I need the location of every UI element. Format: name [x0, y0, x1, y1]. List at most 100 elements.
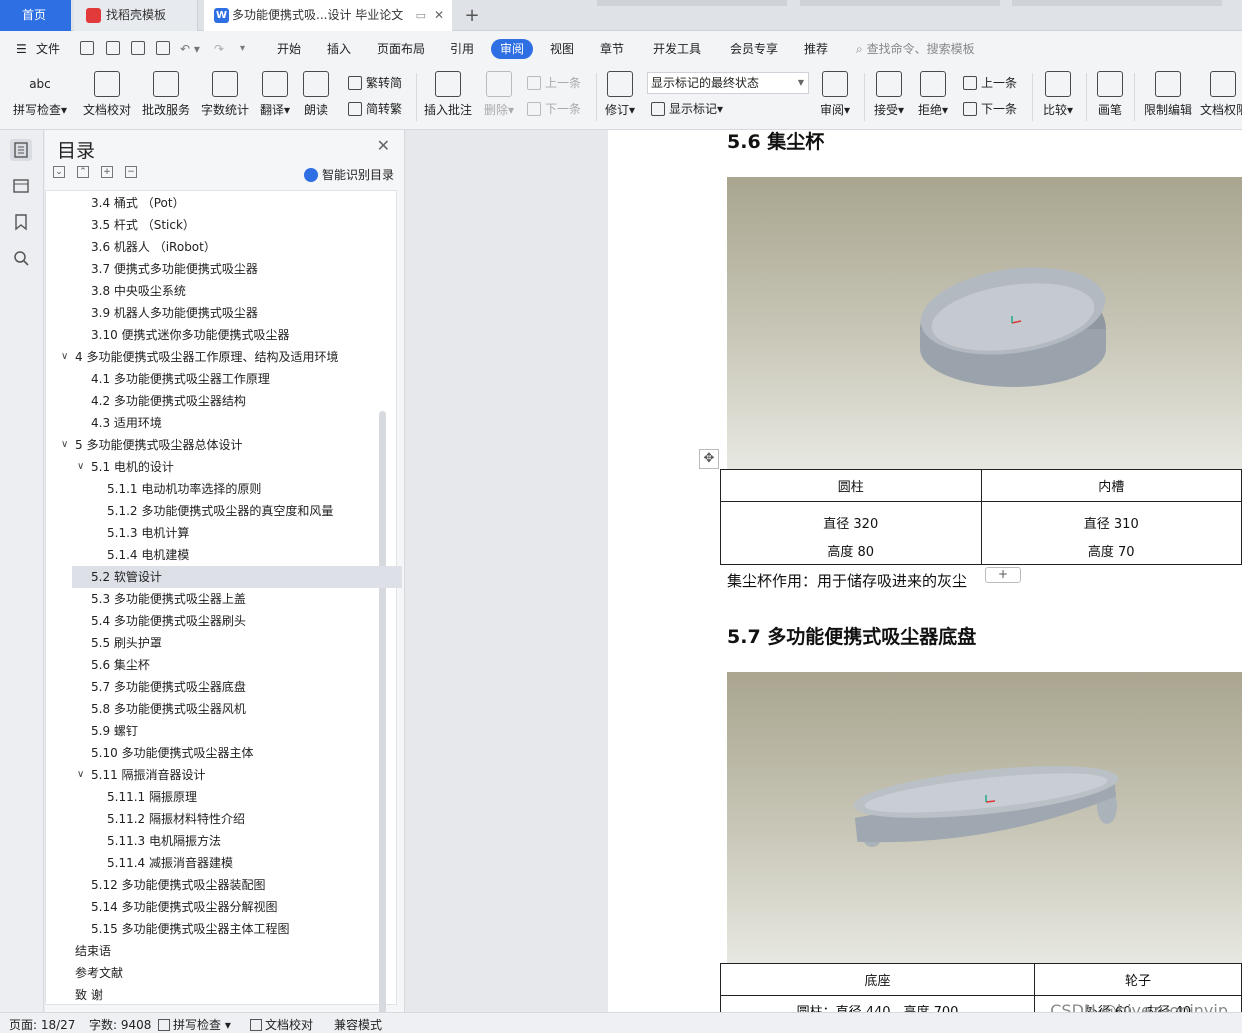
smart-toc-button[interactable]: 智能识别目录 — [303, 166, 394, 183]
doc-proof-status[interactable]: 文档校对 — [250, 1016, 313, 1033]
expand-up-icon[interactable]: ⌃ — [77, 166, 89, 178]
chevron-down-icon[interactable]: ∨ — [77, 456, 84, 478]
bookmark-icon[interactable] — [10, 211, 32, 233]
table-move-handle-icon[interactable]: ✥ — [699, 449, 719, 469]
toc-item[interactable]: ∨ 5.1 电机的设计 — [46, 456, 376, 478]
menu-review[interactable]: 审阅 — [491, 39, 534, 59]
review-pane-button[interactable]: 审阅▾ — [816, 71, 854, 118]
menu-chapter[interactable]: 章节 — [600, 39, 624, 59]
doc-proof-button[interactable]: 文档校对 — [80, 71, 134, 118]
more-icon[interactable]: ▾ — [240, 39, 245, 59]
monitor-icon[interactable]: ▭ — [416, 0, 426, 31]
toc-item[interactable]: 4.3 适用环境 — [46, 412, 376, 434]
spell-check-button[interactable]: abc 拼写检查▾ — [10, 71, 70, 118]
next-comment-button[interactable]: 下一条 — [527, 100, 581, 117]
toc-panel-icon[interactable] — [10, 139, 32, 161]
save-icon[interactable] — [80, 41, 94, 55]
undo-icon[interactable]: ↶ ▾ — [180, 39, 200, 59]
read-aloud-button[interactable]: 朗读 — [300, 71, 332, 118]
simp-to-trad-button[interactable]: 简转繁 — [348, 100, 402, 117]
toc-item[interactable]: ∨ 4 多功能便携式吸尘器工作原理、结构及适用环境 — [46, 346, 376, 368]
chevron-down-icon[interactable]: ∨ — [61, 346, 68, 368]
toc-item[interactable]: 5.4 多功能便携式吸尘器刷头 — [46, 610, 376, 632]
toc-item[interactable]: 结束语 — [46, 940, 376, 962]
new-tab-button[interactable]: + — [462, 0, 482, 31]
toc-item[interactable]: 3.7 便携式多功能便携式吸尘器 — [46, 258, 376, 280]
menu-view[interactable]: 视图 — [550, 39, 574, 59]
toc-item[interactable]: 5.9 螺钉 — [46, 720, 376, 742]
reject-button[interactable]: 拒绝▾ — [914, 71, 952, 118]
collapse-all-icon[interactable]: ⌄ — [53, 166, 65, 178]
command-search[interactable]: ⌕ 查找命令、搜索模板 — [856, 39, 975, 59]
chassis-model-image[interactable] — [727, 672, 1242, 964]
menu-insert[interactable]: 插入 — [327, 39, 351, 59]
toc-item[interactable]: 5.11.3 电机隔振方法 — [46, 830, 376, 852]
toc-item[interactable]: 5.1.3 电机计算 — [46, 522, 376, 544]
redo-icon[interactable]: ↷ — [214, 39, 224, 59]
toc-item[interactable]: 4.1 多功能便携式吸尘器工作原理 — [46, 368, 376, 390]
menu-start[interactable]: 开始 — [277, 39, 301, 59]
toc-item[interactable]: ∨ 5.11 隔振消音器设计 — [46, 764, 376, 786]
tab-document[interactable]: W 多功能便携式吸...设计 毕业论文 ▭ ✕ — [204, 0, 452, 31]
doc-permission-button[interactable]: 文档权限 — [1200, 71, 1242, 118]
toc-item[interactable]: 5.11.4 减振消音器建模 — [46, 852, 376, 874]
close-tab-icon[interactable]: ✕ — [434, 0, 444, 31]
menu-devtools[interactable]: 开发工具 — [653, 39, 701, 59]
toc-scrollbar[interactable] — [379, 411, 386, 1033]
preview-icon[interactable] — [156, 41, 170, 55]
menu-file[interactable]: 文件 — [36, 39, 60, 59]
page-indicator[interactable]: 页面: 18/27 — [9, 1016, 75, 1033]
toc-item[interactable]: 5.11.2 隔振材料特性介绍 — [46, 808, 376, 830]
menu-member[interactable]: 会员专享 — [730, 39, 778, 59]
show-markup-button[interactable]: 显示标记▾ — [651, 100, 723, 117]
hamburger-icon[interactable]: ☰ — [16, 39, 27, 59]
toc-item[interactable]: 致 谢 — [46, 984, 376, 1006]
toc-item[interactable]: 5.1.4 电机建模 — [46, 544, 376, 566]
accept-button[interactable]: 接受▾ — [870, 71, 908, 118]
toc-item[interactable]: 4.2 多功能便携式吸尘器结构 — [46, 390, 376, 412]
print-icon[interactable] — [131, 41, 145, 55]
toc-item[interactable]: 3.10 便携式迷你多功能便携式吸尘器 — [46, 324, 376, 346]
toc-item[interactable]: 3.6 机器人 （iRobot） — [46, 236, 376, 258]
add-heading-icon[interactable]: + — [101, 166, 113, 178]
tab-home[interactable]: 首页 — [0, 0, 71, 31]
toc-item[interactable]: 5.11.1 隔振原理 — [46, 786, 376, 808]
markup-state-select[interactable]: 显示标记的最终状态 ▼ — [647, 72, 809, 94]
trad-to-simp-button[interactable]: 繁转简 — [348, 74, 402, 91]
menu-recommend[interactable]: 推荐 — [804, 39, 828, 59]
translate-button[interactable]: 翻译▾ — [255, 71, 295, 118]
remove-heading-icon[interactable]: − — [125, 166, 137, 178]
word-count-status[interactable]: 字数: 9408 — [89, 1016, 151, 1033]
prev-change-button[interactable]: 上一条 — [963, 74, 1017, 91]
compare-button[interactable]: 比较▾ — [1038, 71, 1078, 118]
toc-item[interactable]: 5.10 多功能便携式吸尘器主体 — [46, 742, 376, 764]
dust-cup-model-image[interactable] — [727, 177, 1242, 469]
toc-item[interactable]: 5.5 刷头护罩 — [46, 632, 376, 654]
toc-item[interactable]: 5.1.1 电动机功率选择的原则 — [46, 478, 376, 500]
track-changes-button[interactable]: 修订▾ — [602, 71, 638, 118]
add-row-button[interactable]: + — [985, 567, 1021, 583]
toc-item[interactable]: 5.1.2 多功能便携式吸尘器的真空度和风量 — [46, 500, 376, 522]
toc-item[interactable]: 5.12 多功能便携式吸尘器装配图 — [46, 874, 376, 896]
toc-item[interactable]: 5.6 集尘杯 — [46, 654, 376, 676]
toc-item[interactable]: 5.15 多功能便携式吸尘器主体工程图 — [46, 918, 376, 940]
menu-layout[interactable]: 页面布局 — [377, 39, 425, 59]
toc-item[interactable]: ∨ 5 多功能便携式吸尘器总体设计 — [46, 434, 376, 456]
toc-item[interactable]: 3.4 桶式 （Pot） — [46, 192, 376, 214]
insert-comment-button[interactable]: 插入批注 — [422, 71, 474, 118]
toc-item[interactable]: 5.8 多功能便携式吸尘器风机 — [46, 698, 376, 720]
prev-comment-button[interactable]: 上一条 — [527, 74, 581, 91]
outline-panel-icon[interactable] — [10, 175, 32, 197]
tab-templates[interactable]: 找稻壳模板 — [74, 0, 198, 31]
word-count-button[interactable]: 字数统计 — [198, 71, 252, 118]
close-icon[interactable]: ✕ — [377, 136, 390, 155]
spell-check-status[interactable]: 拼写检查 ▾ — [158, 1016, 231, 1033]
toc-item[interactable]: 5.14 多功能便携式吸尘器分解视图 — [46, 896, 376, 918]
chevron-down-icon[interactable]: ∨ — [77, 764, 84, 786]
toc-item[interactable]: 3.9 机器人多功能便携式吸尘器 — [46, 302, 376, 324]
restrict-editing-button[interactable]: 限制编辑 — [1140, 71, 1196, 118]
find-icon[interactable] — [10, 247, 32, 269]
chevron-down-icon[interactable]: ∨ — [61, 434, 68, 456]
toc-item[interactable]: 5.3 多功能便携式吸尘器上盖 — [46, 588, 376, 610]
pen-button[interactable]: 画笔 — [1092, 71, 1128, 118]
